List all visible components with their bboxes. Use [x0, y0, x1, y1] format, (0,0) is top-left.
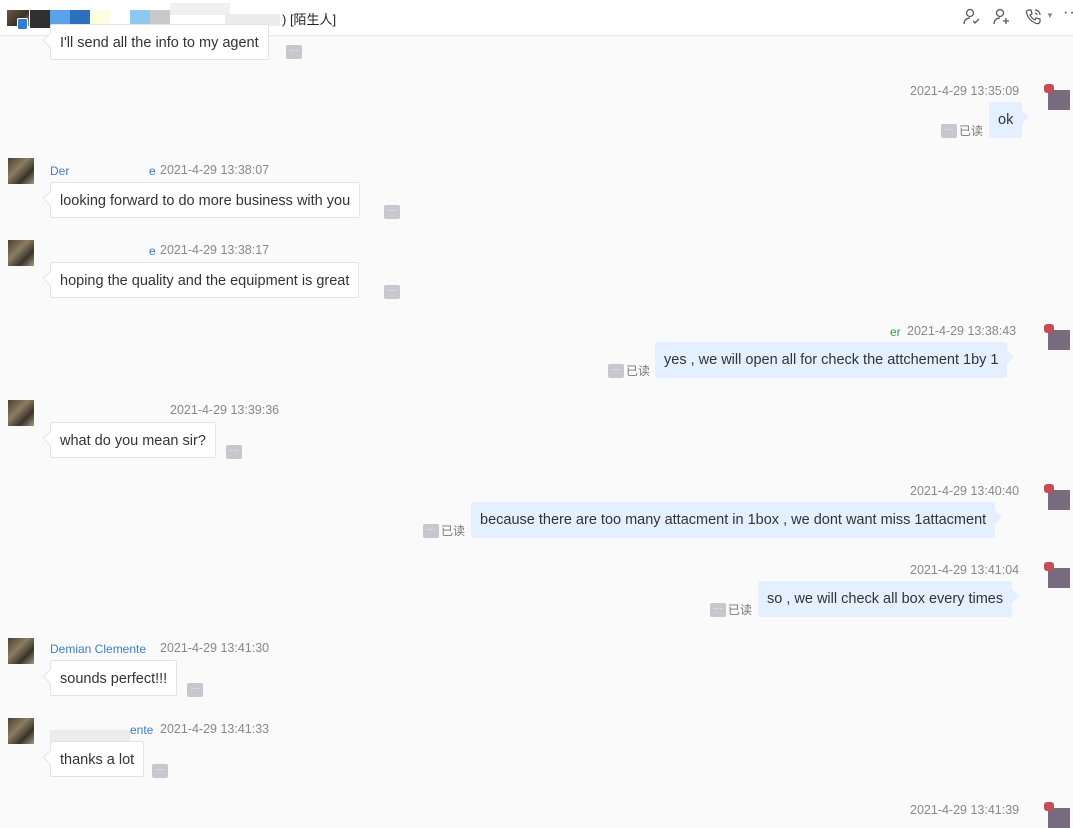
message-bubble[interactable]: ok — [989, 102, 1023, 138]
read-status: 已读 — [626, 364, 651, 378]
redacted-name-block — [170, 3, 230, 15]
message-timestamp: 2021-4-29 13:41:04 — [910, 563, 1020, 577]
message-timestamp: 2021-4-29 13:41:33 — [160, 722, 270, 736]
message-timestamp: 2021-4-29 13:39:36 — [170, 403, 280, 417]
sender-name: er — [890, 325, 901, 339]
message-bubble[interactable]: sounds perfect!!! — [50, 660, 178, 696]
avatar[interactable] — [8, 718, 34, 744]
phone-call-icon[interactable] — [1024, 8, 1042, 26]
message-timestamp: 2021-4-29 13:38:17 — [160, 243, 270, 257]
message-menu-icon[interactable]: ··· — [187, 683, 203, 697]
message-bubble[interactable]: so , we will check all box every times — [758, 581, 1013, 617]
avatar[interactable] — [8, 400, 34, 426]
avatar[interactable] — [1042, 84, 1070, 110]
message-timestamp: 2021-4-29 13:38:07 — [160, 163, 270, 177]
message-timestamp: 2021-4-29 13:38:43 — [907, 324, 1017, 338]
mobile-device-icon — [17, 18, 28, 30]
message-bubble[interactable]: what do you mean sir? — [50, 422, 216, 458]
sender-name: e — [149, 164, 156, 178]
message-bubble[interactable]: hoping the quality and the equipment is … — [50, 262, 360, 298]
contact-avatar[interactable] — [7, 10, 29, 30]
message-menu-icon[interactable]: ··· — [608, 364, 624, 378]
message-menu-icon[interactable]: ··· — [710, 603, 726, 617]
message-bubble[interactable]: yes , we will open all for check the att… — [655, 342, 1008, 378]
chevron-down-icon[interactable]: ▼ — [1046, 11, 1054, 20]
sender-name: Der — [50, 164, 70, 178]
message-timestamp: 2021-4-29 13:35:09 — [910, 84, 1020, 98]
message-timestamp: 2021-4-29 13:40:40 — [910, 484, 1020, 498]
sender-name: Demian Clemente — [50, 642, 147, 656]
message-menu-icon[interactable]: ··· — [286, 45, 302, 59]
chat-title: ) [陌生人] — [282, 12, 337, 27]
avatar[interactable] — [8, 158, 34, 184]
message-menu-icon[interactable]: ··· — [226, 445, 242, 459]
message-bubble[interactable]: because there are too many attacment in … — [471, 502, 996, 538]
avatar[interactable] — [1042, 484, 1070, 510]
message-bubble[interactable]: I'll send all the info to my agent — [50, 24, 269, 60]
avatar[interactable] — [8, 638, 34, 664]
message-menu-icon[interactable]: ··· — [384, 205, 400, 219]
message-list[interactable]: I'll send all the info to my agent ··· 2… — [0, 24, 1073, 828]
sender-name: e — [149, 244, 156, 258]
read-status: 已读 — [959, 124, 984, 138]
message-menu-icon[interactable]: ··· — [423, 524, 439, 538]
avatar[interactable] — [1042, 802, 1070, 828]
message-menu-icon[interactable]: ··· — [941, 124, 957, 138]
read-status: 已读 — [441, 524, 466, 538]
avatar[interactable] — [1042, 324, 1070, 350]
message-timestamp: 2021-4-29 13:41:39 — [910, 803, 1020, 817]
message-bubble[interactable]: looking forward to do more business with… — [50, 182, 361, 218]
avatar[interactable] — [8, 240, 34, 266]
avatar[interactable] — [1042, 562, 1070, 588]
add-contact-icon[interactable] — [962, 8, 980, 26]
message-menu-icon[interactable]: ··· — [152, 764, 168, 778]
add-member-icon[interactable] — [992, 8, 1010, 26]
redacted-name-block — [30, 10, 50, 28]
sender-name: ente — [130, 723, 154, 737]
read-status: 已读 — [728, 603, 753, 617]
message-menu-icon[interactable]: ··· — [384, 285, 400, 299]
more-icon[interactable]: ·· — [1063, 4, 1073, 22]
message-bubble[interactable]: thanks a lot — [50, 741, 145, 777]
message-timestamp: 2021-4-29 13:41:30 — [160, 641, 270, 655]
